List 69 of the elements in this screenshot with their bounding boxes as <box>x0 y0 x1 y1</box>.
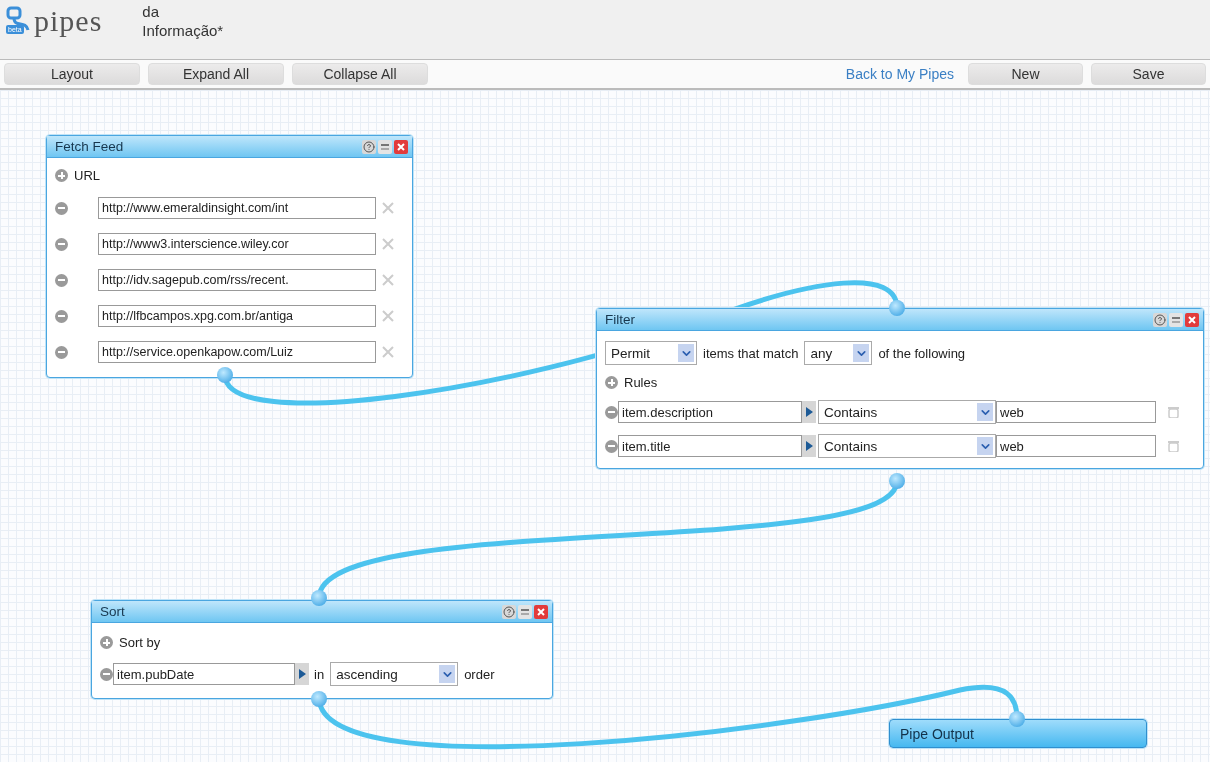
remove-icon[interactable] <box>100 667 113 681</box>
toolbar-button[interactable]: Layout <box>4 63 140 85</box>
module-title: Filter <box>605 312 636 327</box>
close-icon[interactable] <box>1185 312 1199 327</box>
filter-text: items that match <box>703 345 799 361</box>
module-title: Pipe Output <box>900 725 974 742</box>
sort-text: in <box>314 666 325 682</box>
rule-field[interactable]: item.title <box>618 435 802 457</box>
terminal-handle[interactable] <box>889 473 905 489</box>
dropdown[interactable]: Contains <box>818 400 996 424</box>
field-picker-button[interactable] <box>802 401 816 423</box>
back-link[interactable]: Back to My Pipes <box>845 66 954 82</box>
triangle-right-icon <box>805 407 813 417</box>
sort-text: order <box>464 666 495 682</box>
section-label: URL <box>74 168 100 183</box>
url-field[interactable]: http://idv.sagepub.com/rss/recent. <box>98 269 376 291</box>
remove-icon[interactable] <box>55 309 68 323</box>
module-title: Sort <box>100 604 126 619</box>
triangle-right-icon <box>805 441 813 451</box>
url-field[interactable]: http://www3.interscience.wiley.cor <box>98 233 376 255</box>
terminal-handle[interactable] <box>217 367 233 383</box>
remove-icon[interactable] <box>55 237 68 251</box>
dropdown[interactable]: any <box>804 341 873 365</box>
toolbar-button[interactable]: Save <box>1091 63 1206 85</box>
dropdown[interactable]: Contains <box>818 434 996 458</box>
section-label: Sort by <box>119 635 161 650</box>
help-icon[interactable] <box>1153 312 1167 327</box>
remove-icon[interactable] <box>605 439 618 453</box>
logo-text: pipes <box>34 6 103 36</box>
pipe-title: da <box>142 2 160 21</box>
toolbar-button[interactable]: Expand All <box>148 63 284 85</box>
pipe-title: Informação* <box>142 21 224 40</box>
terminal-handle[interactable] <box>311 691 327 707</box>
minimize-icon[interactable] <box>1169 312 1183 327</box>
terminal-handle[interactable] <box>1009 711 1025 727</box>
minimize-icon[interactable] <box>518 604 532 619</box>
section-label: Rules <box>624 375 658 390</box>
triangle-right-icon <box>298 669 306 679</box>
url-field[interactable]: http://lfbcampos.xpg.com.br/antiga <box>98 305 376 327</box>
trash-icon[interactable] <box>1168 440 1179 452</box>
dropdown[interactable]: Permit <box>605 341 697 365</box>
help-icon[interactable] <box>502 604 516 619</box>
rule-value-field[interactable]: web <box>996 401 1156 423</box>
minimize-icon[interactable] <box>378 139 392 154</box>
field-picker-button[interactable] <box>802 435 816 457</box>
trash-icon[interactable] <box>1168 406 1179 418</box>
sort-field[interactable]: item.pubDate <box>113 663 295 685</box>
terminal-handle[interactable] <box>889 300 905 316</box>
close-icon[interactable] <box>394 139 408 154</box>
terminal-handle[interactable] <box>311 590 327 606</box>
help-icon[interactable] <box>362 139 376 154</box>
add-icon[interactable] <box>55 169 68 182</box>
toolbar-button[interactable]: Collapse All <box>292 63 428 85</box>
rule-value-field[interactable]: web <box>996 435 1156 457</box>
remove-icon[interactable] <box>55 201 68 215</box>
remove-icon[interactable] <box>605 405 618 419</box>
module-title: Fetch Feed <box>55 139 125 154</box>
rule-field[interactable]: item.description <box>618 401 802 423</box>
filter-text: of the following <box>878 345 966 361</box>
url-field[interactable]: http://www.emeraldinsight.com/int <box>98 197 376 219</box>
remove-icon[interactable] <box>55 345 68 359</box>
field-picker-button[interactable] <box>295 663 309 685</box>
url-field[interactable]: http://service.openkapow.com/Luiz <box>98 341 376 363</box>
close-icon[interactable] <box>534 604 548 619</box>
toolbar-button[interactable]: New <box>968 63 1083 85</box>
remove-icon[interactable] <box>55 273 68 287</box>
dropdown[interactable]: ascending <box>330 662 459 686</box>
add-icon[interactable] <box>605 376 618 389</box>
add-icon[interactable] <box>100 636 113 649</box>
